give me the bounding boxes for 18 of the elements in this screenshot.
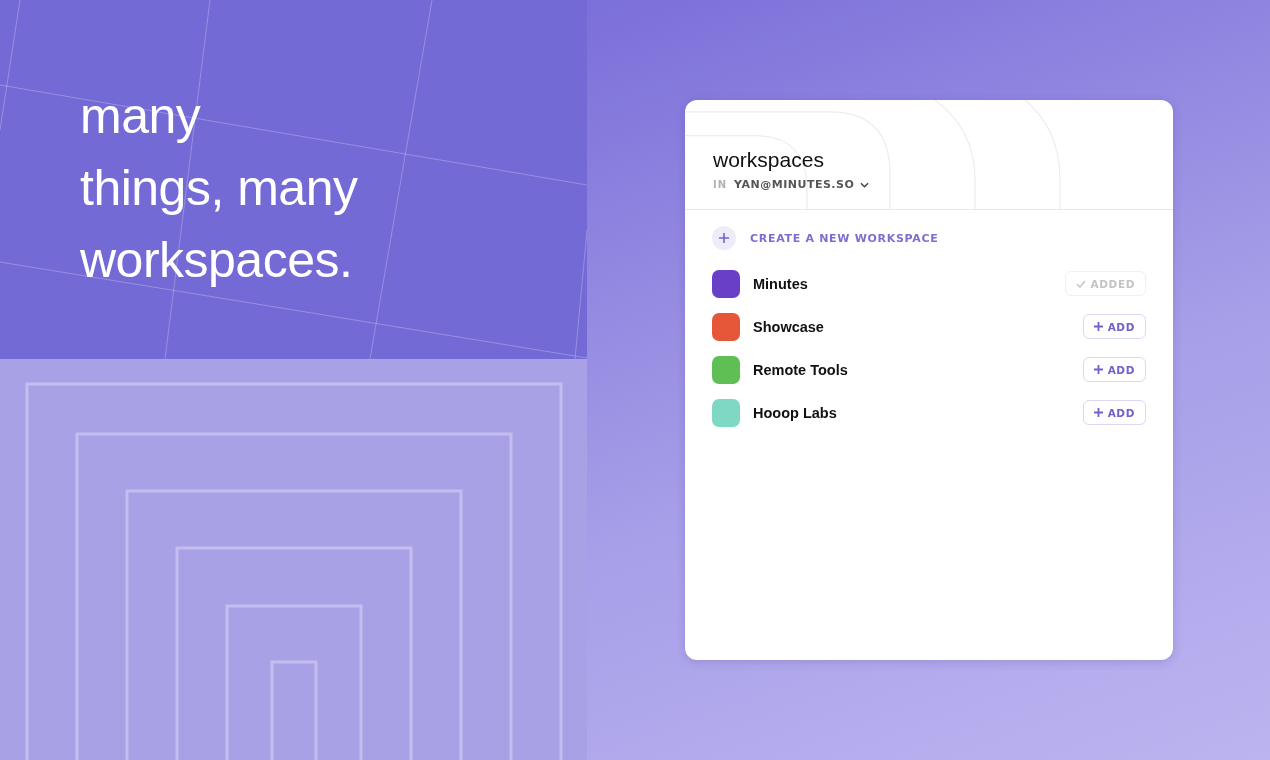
chevron-down-icon <box>860 181 870 188</box>
headline: many things, many workspaces. <box>80 87 358 290</box>
plus-icon <box>1093 365 1103 374</box>
workspace-name: Remote Tools <box>753 361 849 378</box>
account-prefix: IN <box>713 179 728 190</box>
add-button[interactable]: ADD <box>1082 314 1146 339</box>
workspace-name: Hooop Labs <box>753 404 838 421</box>
workspace-name: Minutes <box>753 275 809 292</box>
card-title: workspaces <box>713 148 824 172</box>
plus-icon <box>1093 408 1103 417</box>
plus-icon <box>712 226 736 250</box>
workspace-name: Showcase <box>753 318 825 335</box>
account-dropdown[interactable]: YAN@MINUTES.SO <box>734 178 870 191</box>
add-button[interactable]: ADD <box>1082 357 1146 382</box>
plus-icon <box>1093 322 1103 331</box>
add-button[interactable]: ADD <box>1082 400 1146 425</box>
check-icon <box>1075 279 1086 288</box>
create-workspace-button[interactable]: CREATE A NEW WORKSPACE <box>712 226 939 250</box>
